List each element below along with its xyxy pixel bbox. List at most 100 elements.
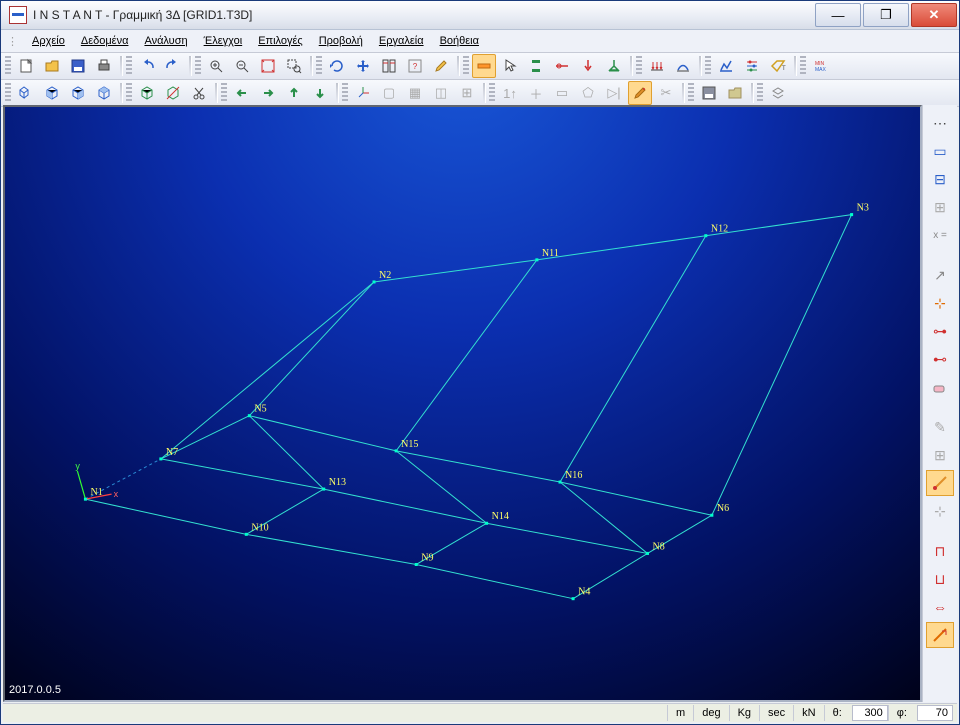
grid-view-icon[interactable]: ⊞ — [926, 194, 954, 220]
minimize-button[interactable]: — — [815, 3, 861, 27]
frame-icon[interactable]: ▭ — [926, 138, 954, 164]
unselect-icon[interactable] — [161, 81, 185, 105]
arrow-down-icon[interactable] — [308, 81, 332, 105]
pencil2-icon[interactable]: ✎ — [926, 414, 954, 440]
menu-checks[interactable]: Έλεγχοι — [196, 33, 251, 49]
redo-icon[interactable] — [161, 54, 185, 78]
shade-icon[interactable]: ◫ — [429, 81, 453, 105]
section-icon[interactable] — [524, 54, 548, 78]
add-icon[interactable]: ⊞ — [455, 81, 479, 105]
dim-icon[interactable]: ⋯ — [926, 110, 954, 136]
rotate-icon[interactable] — [325, 54, 349, 78]
save2-icon[interactable] — [697, 81, 721, 105]
select-all-icon[interactable] — [14, 81, 38, 105]
box-icon[interactable]: ▭ — [550, 81, 574, 105]
menu-file[interactable]: Αρχείο — [24, 33, 73, 49]
pointer-icon[interactable] — [498, 54, 522, 78]
close-button[interactable]: ✕ — [911, 3, 957, 27]
svg-text:N15: N15 — [401, 439, 418, 450]
expand-icon[interactable]: ⇔ — [926, 594, 954, 620]
save-icon[interactable] — [66, 54, 90, 78]
view-properties-icon[interactable] — [377, 54, 401, 78]
zoom-extents-icon[interactable] — [256, 54, 280, 78]
column-icon[interactable]: ⊔ — [926, 566, 954, 592]
new-icon[interactable] — [14, 54, 38, 78]
solid-icon[interactable]: ▦ — [403, 81, 427, 105]
menu-tools[interactable]: Εργαλεία — [371, 33, 432, 49]
undo-icon[interactable] — [135, 54, 159, 78]
select-element-icon[interactable] — [135, 81, 159, 105]
app-icon — [9, 6, 27, 24]
arrow-left-icon[interactable] — [230, 81, 254, 105]
status-bar: m deg Kg sec kN θ: 300 φ: 70 — [3, 703, 957, 722]
menu-options[interactable]: Επιλογές — [250, 33, 311, 49]
layers-icon[interactable] — [766, 81, 790, 105]
grip-icon — [705, 56, 711, 76]
results-graph-icon[interactable] — [714, 54, 738, 78]
min-max-icon[interactable]: MINMAX — [809, 54, 833, 78]
add-node-icon[interactable]: ⊹ — [926, 290, 954, 316]
unit-length: m — [667, 705, 693, 721]
zoom-in-icon[interactable] — [204, 54, 228, 78]
menu-bar: Αρχείο Δεδομένα Ανάλυση Έλεγχοι Επιλογές… — [1, 30, 959, 53]
toolbar-1: ? T MINMAX — [1, 53, 959, 80]
arrow-right-icon[interactable] — [256, 81, 280, 105]
pan-icon[interactable] — [351, 54, 375, 78]
draw-line-icon[interactable]: ↗ — [926, 262, 954, 288]
menu-analysis[interactable]: Ανάλυση — [136, 33, 195, 49]
settings-icon[interactable] — [740, 54, 764, 78]
print-icon[interactable] — [92, 54, 116, 78]
phi-value[interactable]: 70 — [917, 705, 953, 721]
iso-icon[interactable]: ⬠ — [576, 81, 600, 105]
envelope-icon[interactable]: T — [766, 54, 790, 78]
play-icon[interactable]: ▷| — [602, 81, 626, 105]
snap-icon[interactable] — [926, 470, 954, 496]
support-icon[interactable] — [602, 54, 626, 78]
zoom-window-icon[interactable] — [282, 54, 306, 78]
dist-load-icon[interactable] — [645, 54, 669, 78]
grid-icon[interactable]: ⊞ — [926, 442, 954, 468]
trim-icon[interactable] — [926, 622, 954, 648]
ortho-icon[interactable]: ⊹ — [926, 498, 954, 524]
open-icon[interactable] — [40, 54, 64, 78]
axes-icon[interactable] — [351, 81, 375, 105]
info-icon[interactable]: ? — [403, 54, 427, 78]
menu-data[interactable]: Δεδομένα — [73, 33, 137, 49]
grip-icon — [800, 56, 806, 76]
plus-icon[interactable]: ＋ — [524, 81, 548, 105]
maximize-button[interactable]: ❐ — [863, 3, 909, 27]
hinge-icon[interactable] — [550, 54, 574, 78]
svg-text:N5: N5 — [254, 404, 266, 415]
chain-icon[interactable]: ⊶ — [926, 318, 954, 344]
folder-icon[interactable] — [723, 81, 747, 105]
arrow-up-icon[interactable] — [282, 81, 306, 105]
svg-text:x: x — [114, 489, 119, 499]
zoom-out-icon[interactable] — [230, 54, 254, 78]
pencil-icon[interactable] — [429, 54, 453, 78]
menu-view[interactable]: Προβολή — [311, 33, 371, 49]
cut-icon[interactable] — [187, 81, 211, 105]
edit-mode-icon[interactable] — [628, 81, 652, 105]
eraser-icon[interactable] — [926, 374, 954, 400]
node-load-icon[interactable] — [576, 54, 600, 78]
link-icon[interactable]: ⊷ — [926, 346, 954, 372]
wire-icon[interactable]: ▢ — [377, 81, 401, 105]
viewport-3d[interactable]: xyN1N2N3N4N5N6N7N8N9N10N11N12N13N14N15N1… — [3, 105, 922, 702]
beam-icon[interactable]: ⊓ — [926, 538, 954, 564]
menu-help[interactable]: Βοήθεια — [432, 33, 487, 49]
inc-icon[interactable]: 1↑ — [498, 81, 522, 105]
cube-top-icon[interactable] — [92, 81, 116, 105]
member-icon[interactable] — [472, 54, 496, 78]
cube-side-icon[interactable] — [66, 81, 90, 105]
cube-front-icon[interactable] — [40, 81, 64, 105]
svg-text:N9: N9 — [421, 552, 433, 563]
svg-text:N2: N2 — [379, 270, 391, 281]
combine-icon[interactable] — [671, 54, 695, 78]
level-icon[interactable]: ⊟ — [926, 166, 954, 192]
theta-value[interactable]: 300 — [852, 705, 888, 721]
window-buttons: — ❐ ✕ — [813, 3, 957, 27]
grip-icon — [757, 83, 763, 103]
x-eq-icon[interactable]: x = — [926, 222, 954, 248]
version-label: 2017.0.0.5 — [9, 684, 61, 696]
scissor-icon[interactable]: ✂ — [654, 81, 678, 105]
